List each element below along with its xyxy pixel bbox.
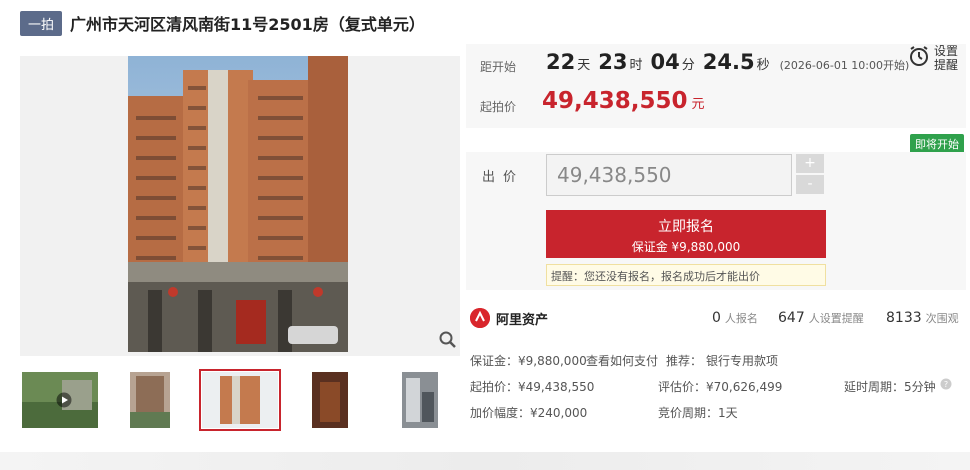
- countdown-hours: 23: [598, 50, 628, 74]
- reminder-count-num: 647: [778, 310, 805, 326]
- bid-label: 出价: [482, 170, 525, 185]
- view-count-num: 8133: [886, 310, 922, 326]
- auction-summary: 距开始 22 天 23 时 04 分 24.5 秒 (2026-06-01 10…: [466, 44, 966, 128]
- page-footer-strip: [0, 452, 970, 470]
- bank-deposit-link[interactable]: 银行专用款项: [706, 352, 778, 369]
- auction-details: 保证金：¥9,880,000 查看如何支付 推荐： 银行专用款项 起拍价：¥49…: [466, 344, 966, 434]
- set-reminder-label: 设置提醒: [934, 44, 959, 72]
- countdown-timer: 22 天 23 时 04 分 24.5 秒 (2026-06-01 10:00开…: [546, 50, 909, 74]
- increase-bid-button[interactable]: +: [796, 154, 824, 173]
- thumbnail-photo[interactable]: [312, 372, 348, 428]
- start-price-value: 49,438,550: [542, 88, 688, 114]
- set-reminder-button[interactable]: 设置提醒: [908, 44, 960, 72]
- signup-count: 0 人报名: [712, 310, 758, 326]
- register-now-label: 立即报名: [658, 219, 714, 235]
- view-count: 8133 次围观: [886, 310, 959, 326]
- main-property-photo[interactable]: [128, 56, 348, 352]
- bid-panel: 出价 49,438,550 + - 立即报名 保证金 ¥9,880,000 提醒…: [466, 152, 966, 290]
- ali-logo-icon: [470, 308, 490, 328]
- countdown-days-unit: 天: [577, 58, 591, 73]
- alarm-clock-icon: [908, 45, 930, 71]
- page-title: 广州市天河区清风南街11号2501房（复式单元）: [70, 15, 425, 34]
- view-count-label: 次围观: [925, 312, 959, 325]
- reminder-count: 647 人设置提醒: [778, 310, 864, 326]
- countdown-days: 22: [546, 50, 576, 74]
- appraisal-price-detail: 评估价：¥70,626,499: [658, 380, 783, 394]
- zoom-icon[interactable]: [438, 330, 458, 350]
- start-price: 49,438,550 元: [542, 88, 705, 114]
- svg-text:?: ?: [944, 380, 948, 389]
- reminder-count-label: 人设置提醒: [808, 312, 864, 325]
- platform-stats: 阿里资产 0 人报名 647 人设置提醒 8133 次围观: [466, 300, 966, 340]
- register-now-button[interactable]: 立即报名 保证金 ¥9,880,000: [546, 210, 826, 258]
- decrease-bid-button[interactable]: -: [796, 175, 824, 194]
- thumbnail-video[interactable]: [22, 372, 98, 428]
- countdown-minutes: 04: [650, 50, 680, 74]
- recommend-label: 推荐：: [666, 354, 703, 368]
- how-to-pay-link[interactable]: 查看如何支付: [586, 352, 658, 369]
- signup-count-label: 人报名: [724, 312, 758, 325]
- deposit-line: 保证金 ¥9,880,000: [631, 240, 741, 254]
- platform-name: 阿里资产: [496, 312, 549, 328]
- thumbnail-photo[interactable]: [130, 372, 170, 428]
- start-price-unit: 元: [691, 97, 705, 112]
- delay-period-detail: 延时周期：5分钟: [844, 380, 936, 394]
- photo-gallery: [20, 56, 460, 356]
- play-icon: [56, 392, 72, 408]
- countdown-minutes-unit: 分: [681, 58, 695, 73]
- start-price-label: 起拍价: [480, 100, 517, 114]
- thumbnail-photo-selected[interactable]: [199, 369, 281, 431]
- bid-cycle-detail: 竞价周期：1天: [658, 406, 738, 420]
- thumbnail-strip: [20, 369, 460, 432]
- countdown-seconds-unit: 秒: [756, 58, 770, 73]
- thumbnail-photo[interactable]: [402, 372, 438, 428]
- registration-tip: 提醒：您还没有报名，报名成功后才能出价: [546, 264, 826, 286]
- signup-count-num: 0: [712, 310, 721, 326]
- bid-amount-input[interactable]: 49,438,550: [546, 154, 792, 196]
- countdown-hours-unit: 时: [629, 58, 643, 73]
- title-row: 一拍 广州市天河区清风南街11号2501房（复式单元）: [20, 10, 425, 36]
- ali-assets-logo: 阿里资产: [470, 308, 548, 328]
- auction-round-badge: 一拍: [20, 10, 63, 36]
- increment-detail: 加价幅度：¥240,000: [470, 406, 588, 420]
- building-photo: [128, 56, 348, 352]
- start-time: (2026-06-01 10:00开始): [779, 59, 910, 72]
- countdown-label: 距开始: [480, 60, 517, 74]
- start-price-detail: 起拍价：¥49,438,550: [470, 380, 595, 394]
- countdown-seconds: 24.5: [702, 50, 755, 74]
- deposit-detail: 保证金：¥9,880,000: [470, 354, 587, 368]
- help-icon[interactable]: ?: [940, 378, 952, 393]
- status-badge: 即将开始: [910, 134, 964, 154]
